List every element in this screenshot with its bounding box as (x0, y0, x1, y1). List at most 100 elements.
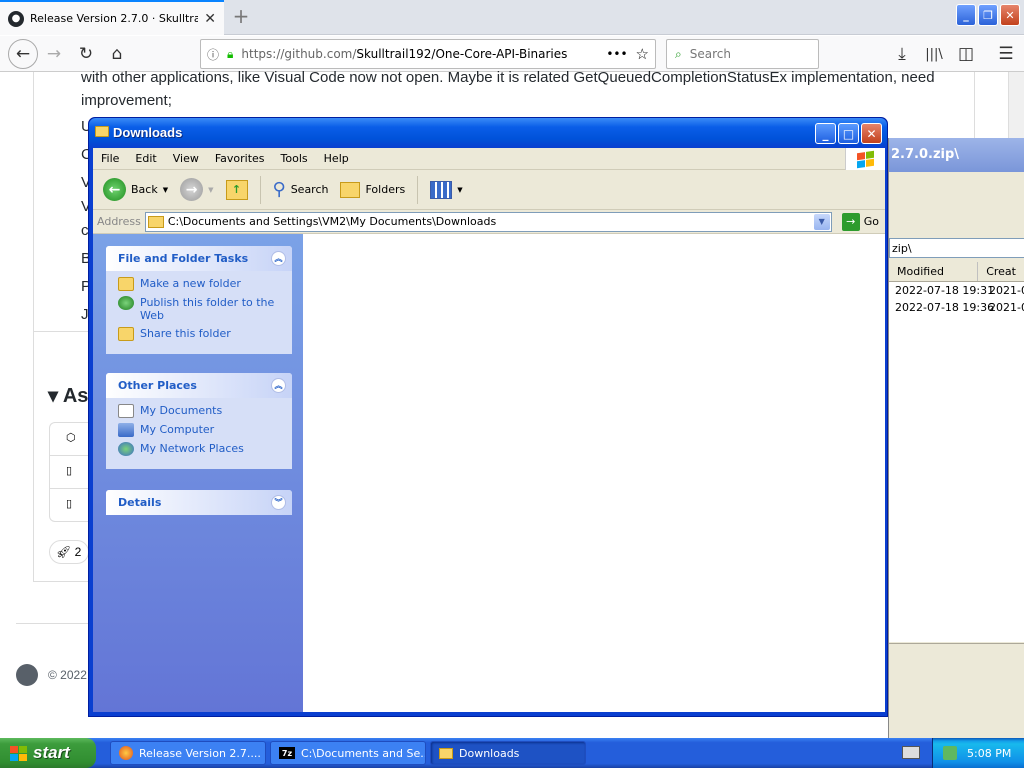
forward-arrow-icon[interactable]: → (42, 42, 66, 66)
assets-heading[interactable]: ▾ As (48, 383, 88, 408)
make-new-folder-link[interactable]: Make a new folder (118, 277, 282, 291)
menu-tools[interactable]: Tools (273, 152, 316, 165)
folders-button[interactable]: Folders (336, 180, 409, 200)
taskbar-item-firefox[interactable]: Release Version 2.7.... (110, 741, 266, 765)
windows-logo-icon (10, 745, 27, 761)
page-actions-icon[interactable]: ••• (606, 47, 627, 61)
explorer-window: Downloads _ □ ✕ File Edit View Favorites… (88, 117, 888, 717)
toolbar-separator (259, 175, 261, 204)
7zip-title: 2.7.0.zip\ (889, 138, 1024, 172)
start-button[interactable]: start (0, 738, 96, 768)
close-button[interactable]: ✕ (861, 123, 882, 144)
share-folder-icon (118, 327, 134, 341)
address-input[interactable]: C:\Documents and Settings\VM2\My Documen… (144, 211, 832, 232)
github-icon: ● (8, 10, 24, 27)
footer: © 2022 (16, 664, 87, 686)
folders-icon (340, 181, 361, 198)
folder-icon (147, 215, 164, 228)
7zip-path[interactable]: zip\ (889, 238, 1024, 258)
restore-browser-button[interactable]: ❐ (978, 4, 998, 26)
sidebar-icon[interactable]: ◫ (954, 42, 978, 66)
close-tab-icon[interactable]: ✕ (204, 11, 216, 27)
publish-web-link[interactable]: Publish this folder to the Web (118, 296, 282, 322)
magnifier-icon: ⚲ (272, 179, 286, 200)
footer-copyright: © 2022 (48, 668, 87, 682)
chevron-down-icon: ▼ (162, 185, 169, 194)
toolbar: ← Back ▼ → ▼ ↑ ⚲ Search Folders ▼ (93, 170, 885, 210)
collapse-icon[interactable]: ︽ (271, 378, 286, 393)
up-folder-button[interactable]: ↑ (222, 178, 252, 202)
search-button[interactable]: ⚲ Search (269, 177, 333, 202)
collapse-icon[interactable]: ︽ (271, 251, 286, 266)
windows-flag-icon (845, 148, 885, 170)
github-logo-icon[interactable] (16, 664, 38, 686)
my-computer-link[interactable]: My Computer (118, 423, 282, 437)
network-icon (118, 442, 134, 456)
panel-header[interactable]: File and Folder Tasks ︽ (106, 246, 292, 271)
info-icon[interactable]: ⓘ (207, 46, 219, 63)
menu-help[interactable]: Help (316, 152, 357, 165)
minimize-browser-button[interactable]: _ (956, 4, 976, 26)
search-icon: ⌕ (675, 46, 682, 61)
close-browser-button[interactable]: ✕ (1000, 4, 1020, 26)
column-created[interactable]: Creat (978, 262, 1024, 281)
menu-favorites[interactable]: Favorites (207, 152, 273, 165)
clock[interactable]: 5:08 PM (967, 747, 1011, 760)
list-item[interactable]: 2022-07-18 19:312021-0 (889, 282, 1024, 299)
forward-button[interactable]: → ▼ (176, 176, 217, 203)
network-tray-icon[interactable] (943, 746, 957, 760)
computer-icon (118, 423, 134, 437)
menu-file[interactable]: File (93, 152, 127, 165)
explorer-title: Downloads (113, 125, 183, 140)
reload-icon[interactable]: ↻ (74, 42, 98, 66)
forward-icon: → (180, 178, 204, 201)
panel-header[interactable]: Details ︾ (106, 490, 292, 515)
my-network-places-link[interactable]: My Network Places (118, 442, 282, 456)
search-bar[interactable]: ⌕ Search (666, 39, 819, 69)
file-list-area[interactable] (303, 234, 885, 712)
address-path: C:\Documents and Settings\VM2\My Documen… (167, 215, 497, 228)
go-button[interactable]: → Go (836, 212, 885, 231)
7zip-window[interactable]: 2.7.0.zip\ zip\ Modified Creat 2022-07-1… (888, 138, 1024, 738)
url-bar[interactable]: ⓘ 🔒︎ https://github.com/Skulltrail192/On… (200, 39, 656, 69)
dropdown-arrow-icon[interactable]: ▼ (813, 213, 830, 230)
browser-tab[interactable]: ● Release Version 2.7.0 · Skulltrail19 ✕ (0, 0, 224, 35)
search-placeholder: Search (689, 47, 731, 61)
toolbar-separator (417, 175, 419, 204)
address-label: Address (97, 215, 141, 228)
new-tab-button[interactable]: + (230, 4, 252, 28)
system-tray: 5:08 PM (932, 738, 1024, 768)
new-folder-icon (118, 277, 134, 291)
share-folder-link[interactable]: Share this folder (118, 327, 282, 341)
bookmark-star-icon[interactable]: ☆ (636, 45, 649, 63)
home-icon[interactable]: ⌂ (105, 42, 129, 66)
lock-icon: 🔒︎ (227, 46, 234, 61)
minimize-button[interactable]: _ (815, 123, 836, 144)
taskbar-item-7zip[interactable]: 7z C:\Documents and Se... (270, 741, 426, 765)
library-icon[interactable]: |||\ (922, 42, 946, 66)
browser-tab-bar: ● Release Version 2.7.0 · Skulltrail19 ✕… (0, 0, 1024, 35)
expand-icon[interactable]: ︾ (271, 495, 286, 510)
back-arrow-icon[interactable]: ← (8, 39, 38, 69)
explorer-title-bar[interactable]: Downloads (89, 118, 887, 148)
url-path: Skulltrail192/One-Core-API-Binaries (356, 47, 568, 61)
views-button[interactable]: ▼ (426, 179, 466, 201)
list-item[interactable]: 2022-07-18 19:362021-0 (889, 299, 1024, 316)
column-modified[interactable]: Modified (889, 262, 979, 281)
panel-header[interactable]: Other Places ︽ (106, 373, 292, 398)
menu-edit[interactable]: Edit (127, 152, 164, 165)
reaction-button[interactable]: 🚀︎ 2 (49, 540, 89, 564)
tab-title: Release Version 2.7.0 · Skulltrail19 (30, 12, 199, 25)
download-icon[interactable]: ⤓ (890, 42, 914, 66)
menu-icon[interactable]: ☰ (994, 42, 1018, 66)
keyboard-icon[interactable] (902, 746, 920, 759)
menu-view[interactable]: View (165, 152, 207, 165)
firefox-icon (119, 746, 133, 760)
maximize-button[interactable]: □ (838, 123, 859, 144)
folder-icon (439, 747, 453, 759)
taskbar-item-downloads[interactable]: Downloads (430, 741, 586, 765)
my-documents-icon (118, 404, 134, 418)
my-documents-link[interactable]: My Documents (118, 404, 282, 418)
release-notes-text: with other applications, like Visual Cod… (81, 69, 935, 109)
back-button[interactable]: ← Back ▼ (99, 176, 172, 203)
